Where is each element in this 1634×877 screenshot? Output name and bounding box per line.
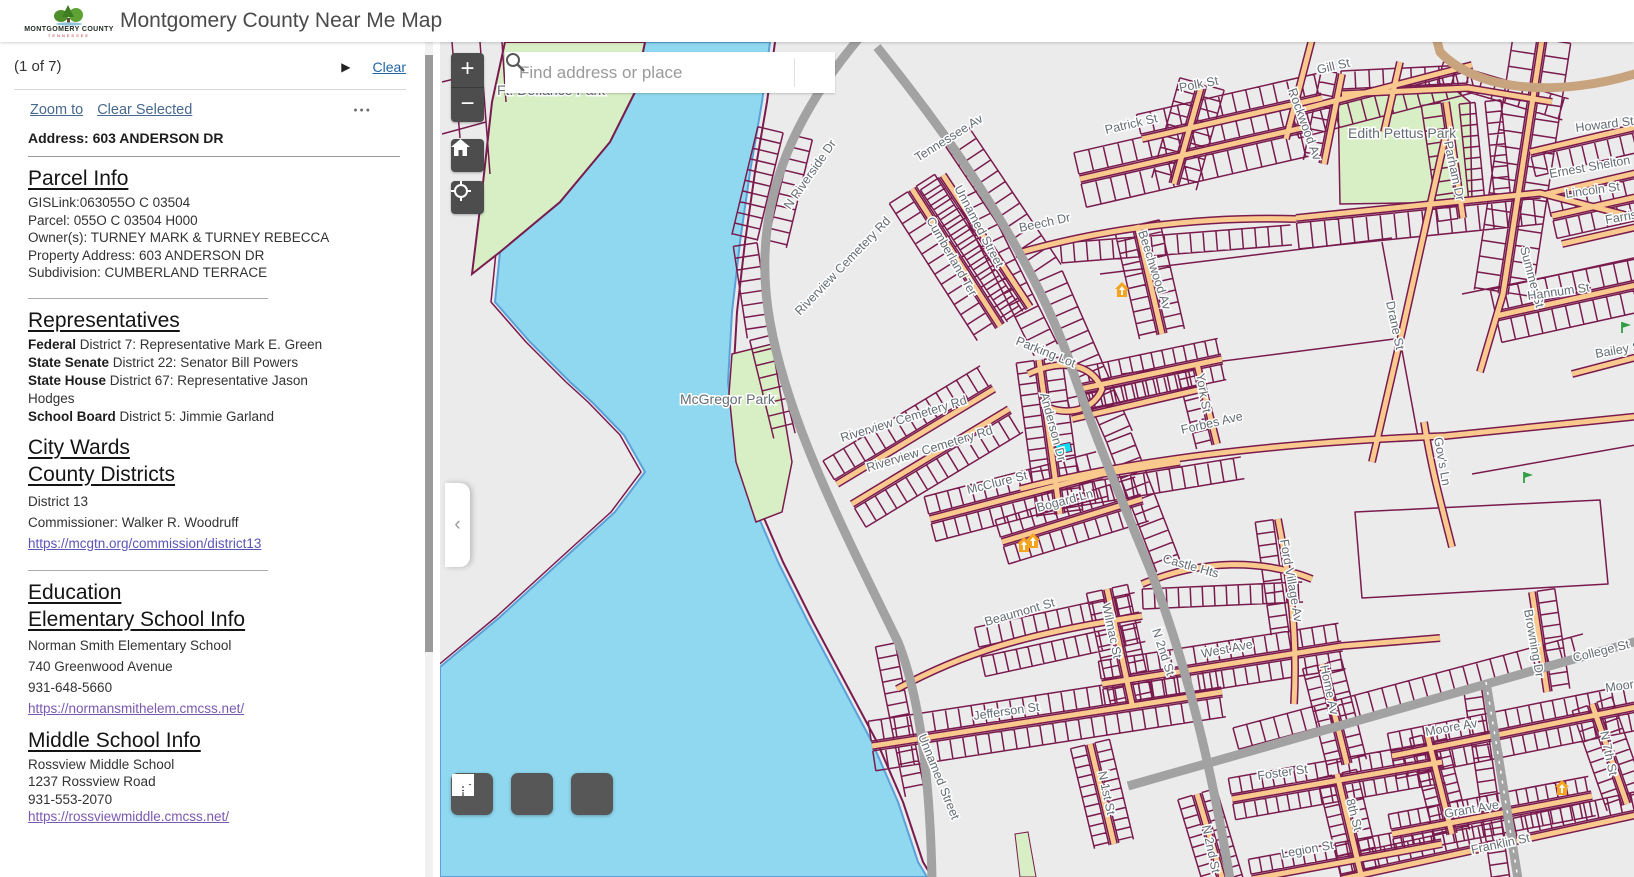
clear-link[interactable]: Clear	[373, 59, 406, 75]
app-window: MONTGOMERY COUNTY TENNESSEE Montgomery C…	[0, 0, 1634, 877]
logo-text: MONTGOMERY COUNTY	[24, 26, 114, 33]
home-icon	[451, 139, 470, 156]
locate-icon	[451, 181, 471, 201]
middle-link[interactable]: https://rossviewmiddle.cmcss.net/	[28, 809, 229, 824]
county-logo: MONTGOMERY COUNTY TENNESSEE	[24, 2, 113, 40]
locate-button[interactable]	[451, 181, 484, 214]
parcel-info-heading: Parcel Info	[28, 167, 129, 190]
rep-school-board: School Board District 5: Jimmie Garland	[28, 408, 275, 424]
parcel-gislink: GISLink:063055O C 03504	[28, 195, 191, 210]
sidebar-scrollbar-thumb[interactable]	[425, 55, 433, 652]
elementary-name: Norman Smith Elementary School	[28, 637, 232, 653]
page-title: Montgomery County Near Me Map	[120, 9, 443, 32]
more-options-button[interactable]: ●●●	[353, 107, 372, 114]
map-toolbar	[451, 773, 613, 815]
svg-text:Edith Pettus Park: Edith Pettus Park	[1348, 125, 1457, 141]
search-button[interactable]	[506, 52, 835, 93]
panel-collapse-button[interactable]: ‹	[445, 483, 470, 567]
app-header: MONTGOMERY COUNTY TENNESSEE Montgomery C…	[0, 0, 1634, 42]
map-canvas[interactable]: Ft. Defiance ParkEdith Pettus ParkMcGreg…	[440, 42, 1634, 877]
divider	[28, 156, 400, 157]
county-districts-heading: County Districts	[28, 462, 176, 486]
commissioner-label: Commissioner: Walker R. Woodruff	[28, 514, 239, 530]
divider	[28, 569, 268, 571]
middle-address: 1237 Rossview Road	[28, 774, 156, 789]
zoom-in-button[interactable]: +	[451, 53, 484, 87]
chevron-left-icon: ‹	[454, 514, 461, 535]
middle-name: Rossview Middle School	[28, 756, 175, 772]
elementary-phone: 931-648-5660	[28, 679, 113, 695]
representatives-heading: Representatives	[28, 308, 180, 332]
search-bar	[505, 52, 835, 93]
clear-selected-link[interactable]: Clear Selected	[97, 102, 192, 118]
print-button[interactable]	[453, 773, 553, 815]
address-label: Address: 603 ANDERSON DR	[28, 130, 224, 146]
trees-icon	[54, 5, 83, 26]
rep-federal: Federal District 7: Representative Mark …	[28, 336, 323, 352]
grid-icon	[452, 774, 474, 796]
rep-house: State House District 67: Representative …	[28, 372, 308, 406]
parcel-address: Property Address: 603 ANDERSON DR	[28, 247, 265, 263]
elementary-address: 740 Greenwood Avenue	[28, 658, 173, 674]
education-heading: Education	[28, 580, 122, 604]
search-input[interactable]	[505, 52, 794, 93]
divider	[28, 297, 268, 299]
elementary-school-heading: Elementary School Info	[28, 607, 246, 631]
rep-senate: State Senate District 22: Senator Bill P…	[28, 354, 299, 370]
district-link[interactable]: https://mcgtn.org/commission/district13	[28, 536, 261, 551]
parcel-subdivision: Subdivision: CUMBERLAND TERRACE	[28, 265, 268, 280]
result-pager: (1 of 7)	[14, 58, 62, 75]
basemap-gallery-button[interactable]	[452, 773, 613, 815]
middle-school-heading: Middle School Info	[28, 728, 201, 752]
results-panel: (1 of 7) ▶ Clear Zoom to Clear Selected …	[0, 42, 440, 877]
svg-text:McGregor Park: McGregor Park	[680, 391, 776, 407]
zoom-to-link[interactable]: Zoom to	[30, 102, 83, 118]
search-icon	[506, 53, 525, 72]
home-button[interactable]	[451, 139, 484, 172]
zoom-out-button[interactable]: −	[451, 88, 484, 122]
parcel-number: Parcel: 055O C 03504 H000	[28, 212, 198, 228]
map-graphics: Ft. Defiance ParkEdith Pettus ParkMcGreg…	[440, 42, 1634, 877]
logo-subtext: TENNESSEE	[47, 33, 91, 38]
city-wards-heading: City Wards	[28, 435, 130, 459]
parcel-owner: Owner(s): TURNEY MARK & TURNEY REBECCA	[28, 230, 330, 245]
zoom-controls: + −	[451, 53, 484, 122]
district-label: District 13	[28, 493, 89, 509]
middle-phone: 931-553-2070	[28, 791, 113, 807]
next-result-button[interactable]: ▶	[341, 60, 350, 74]
elementary-link[interactable]: https://normansmithelem.cmcss.net/	[28, 701, 244, 716]
